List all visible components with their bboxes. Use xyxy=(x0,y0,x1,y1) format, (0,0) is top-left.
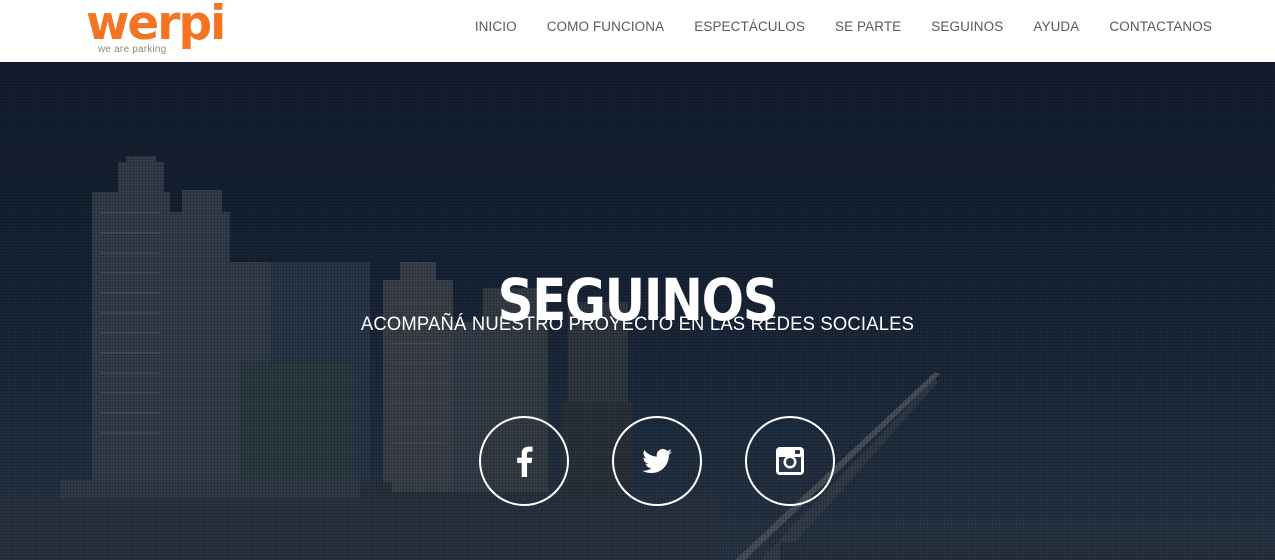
instagram-icon xyxy=(776,447,804,475)
logo-tagline: we are parking xyxy=(98,44,167,55)
nav-item-contactanos[interactable]: CONTACTANOS xyxy=(1094,19,1212,35)
nav-item-ayuda[interactable]: AYUDA xyxy=(1018,19,1094,35)
werpi-logo[interactable]: werpi we are parking xyxy=(86,0,226,58)
hero-subtitle: ACOMPAÑÁ NUESTRO PROYECTO EN LAS REDES S… xyxy=(360,314,915,335)
hero-section: SEGUINOS ACOMPAÑÁ NUESTRO PROYECTO EN LA… xyxy=(0,62,1275,560)
instagram-button[interactable] xyxy=(745,416,835,506)
social-links xyxy=(479,416,837,506)
nav-item-como-funciona[interactable]: COMO FUNCIONA xyxy=(532,19,680,35)
facebook-button[interactable] xyxy=(479,416,569,506)
facebook-icon xyxy=(517,446,533,477)
twitter-button[interactable] xyxy=(612,416,702,506)
main-nav: INICIO COMO FUNCIONA ESPECTÁCULOS SE PAR… xyxy=(460,19,1212,35)
nav-item-inicio[interactable]: INICIO xyxy=(460,19,532,35)
nav-item-espectaculos[interactable]: ESPECTÁCULOS xyxy=(679,19,820,35)
nav-item-se-parte[interactable]: SE PARTE xyxy=(820,19,916,35)
nav-item-seguinos[interactable]: SEGUINOS xyxy=(916,19,1018,35)
twitter-icon xyxy=(642,449,672,473)
navbar: werpi we are parking INICIO COMO FUNCION… xyxy=(0,0,1275,62)
